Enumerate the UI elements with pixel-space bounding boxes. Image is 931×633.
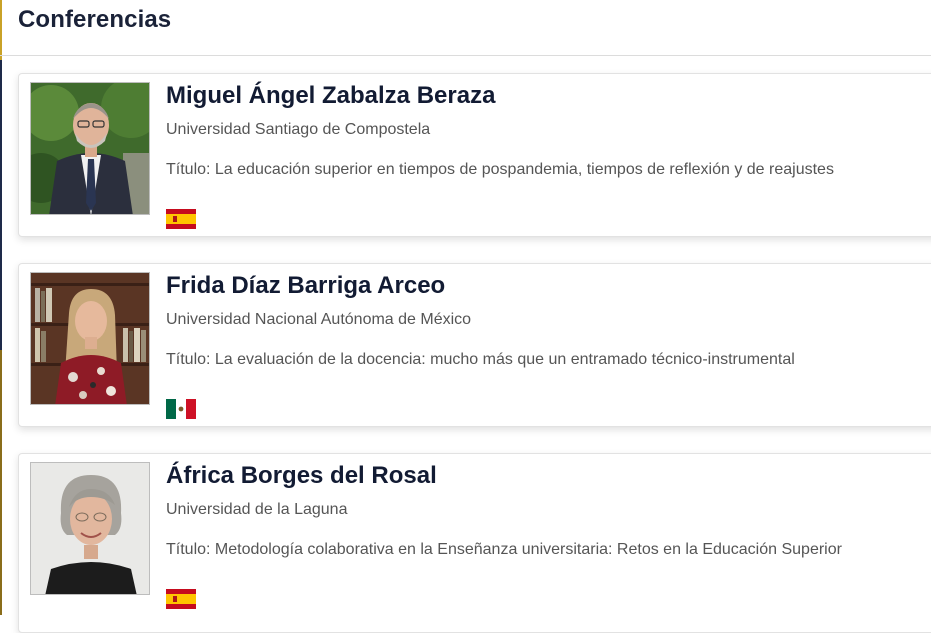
speaker-talk-title: Título: La evaluación de la docencia: mu… xyxy=(166,351,795,368)
speaker-affiliation: Universidad Nacional Autónoma de México xyxy=(166,311,472,328)
speaker-name[interactable]: África Borges del Rosal xyxy=(166,462,437,490)
mexico-flag-icon xyxy=(166,399,196,419)
speaker-photo xyxy=(30,272,150,405)
speaker-talk-title: Título: Metodología colaborativa en la E… xyxy=(166,541,842,558)
page-edge-accent xyxy=(0,0,2,615)
section-header: Conferencias xyxy=(0,0,931,56)
speaker-photo xyxy=(30,462,150,595)
speaker-card[interactable]: Frida Díaz Barriga Arceo Universidad Nac… xyxy=(18,263,931,427)
speaker-affiliation: Universidad Santiago de Compostela xyxy=(166,121,431,138)
section-title: Conferencias xyxy=(18,6,172,33)
speaker-name[interactable]: Frida Díaz Barriga Arceo xyxy=(166,272,445,300)
spain-flag-icon xyxy=(166,589,196,609)
speaker-photo xyxy=(30,82,150,215)
speaker-name[interactable]: Miguel Ángel Zabalza Beraza xyxy=(166,82,495,110)
speaker-talk-title: Título: La educación superior en tiempos… xyxy=(166,161,834,178)
speaker-affiliation: Universidad de la Laguna xyxy=(166,501,348,518)
speaker-card[interactable]: Miguel Ángel Zabalza Beraza Universidad … xyxy=(18,73,931,237)
spain-flag-icon xyxy=(166,209,196,229)
speaker-card[interactable]: África Borges del Rosal Universidad de l… xyxy=(18,453,931,633)
